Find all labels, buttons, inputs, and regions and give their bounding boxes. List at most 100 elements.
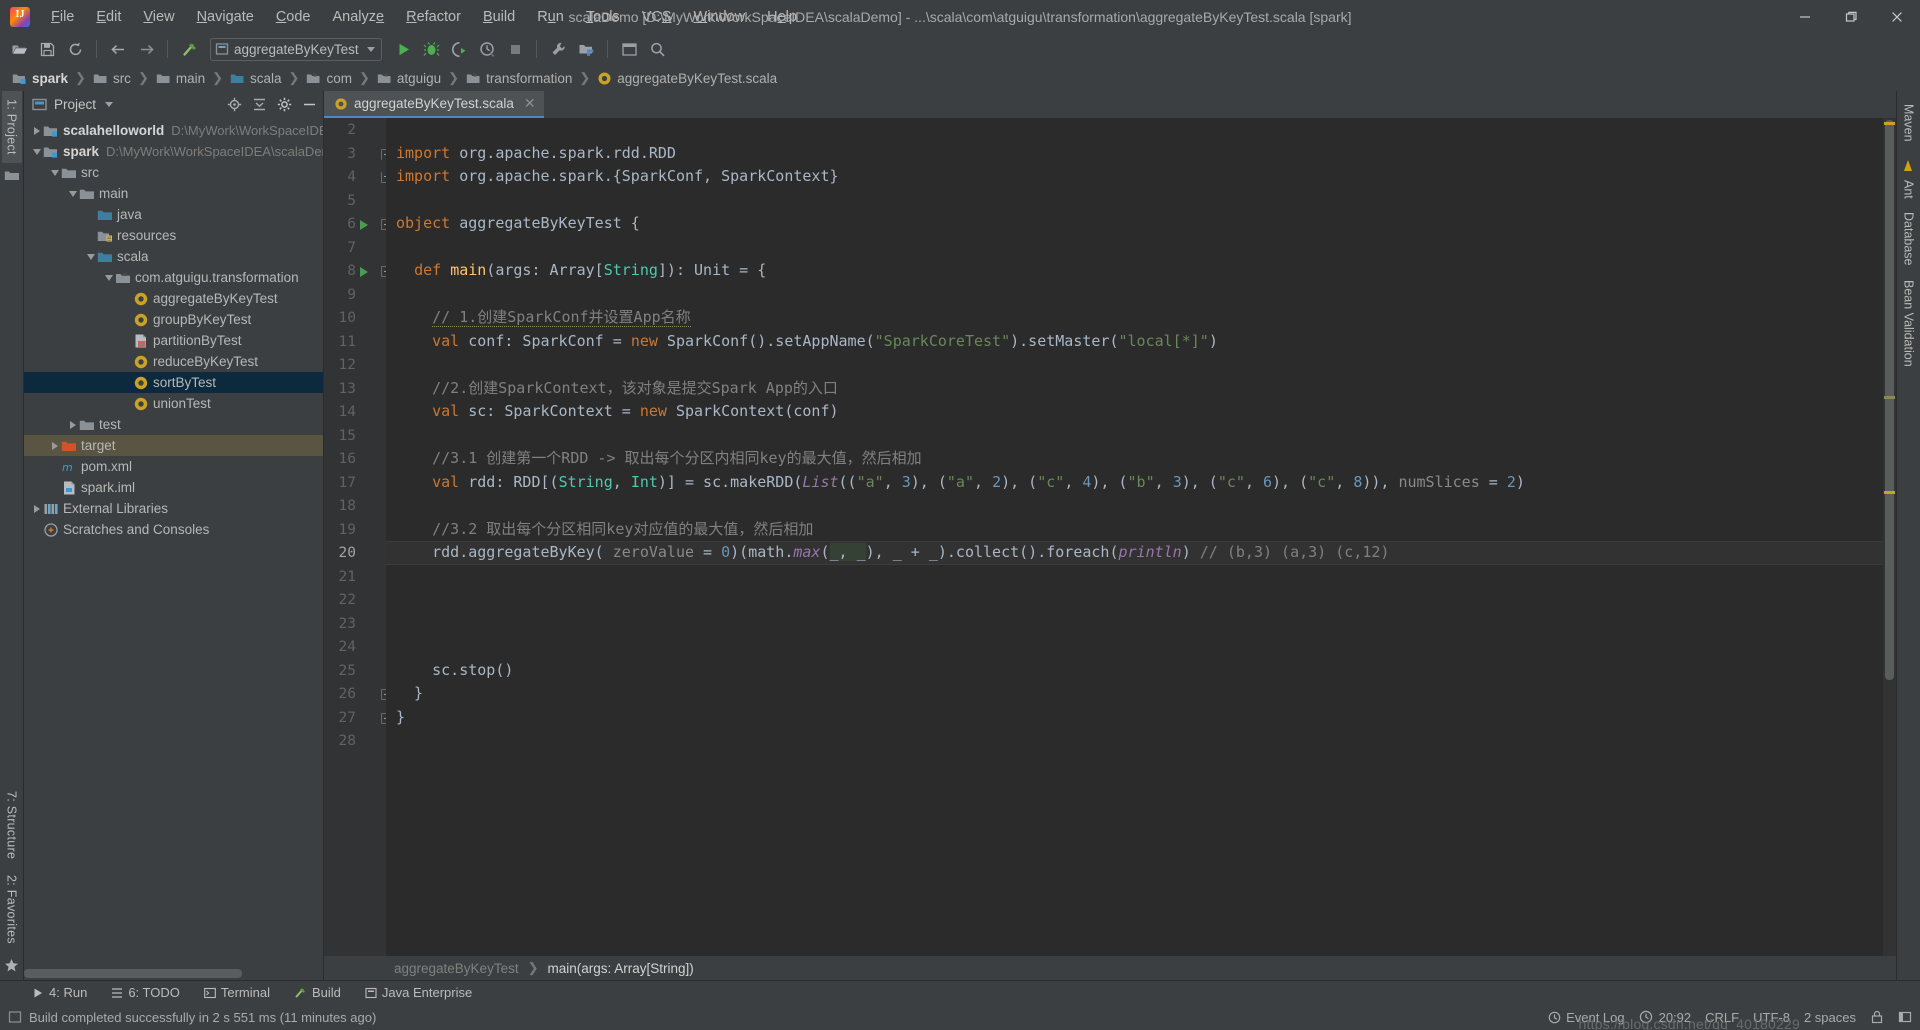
back-arrow-icon[interactable] [105, 36, 131, 62]
tree-node-uniontest[interactable]: unionTest [24, 393, 323, 414]
run-icon[interactable] [390, 36, 416, 62]
chevron-down-icon[interactable] [105, 102, 114, 107]
source-code[interactable]: import org.apache.spark.rdd.RDD import o… [396, 118, 1525, 753]
breadcrumb-item-transformation[interactable]: transformation [462, 70, 576, 87]
breadcrumb-item-src[interactable]: src [89, 70, 135, 87]
menu-vcs[interactable]: VCS [631, 5, 683, 29]
project-tree[interactable]: scalahelloworld D:\MyWork\WorkSpaceIDEA sp… [24, 118, 323, 980]
breadcrumb-item-com[interactable]: com [302, 70, 356, 87]
rail-tab-bean-validation[interactable]: Bean Validation [1899, 273, 1919, 374]
rail-tab-structure[interactable]: 7: Structure [2, 783, 22, 867]
chevron-down-icon[interactable] [84, 253, 97, 260]
menu-navigate[interactable]: Navigate [186, 5, 265, 29]
menu-view[interactable]: View [132, 5, 185, 29]
menu-build[interactable]: Build [472, 5, 526, 29]
tool-window-todo[interactable]: 6: TODO [107, 983, 184, 1002]
project-tree-hscrollbar[interactable] [24, 969, 242, 978]
rail-tab-maven[interactable]: Maven [1899, 97, 1919, 149]
breadcrumb-item-main[interactable]: main [152, 70, 209, 87]
chevron-down-icon[interactable] [367, 46, 375, 52]
settings-gear-icon[interactable] [277, 97, 292, 112]
maximize-button[interactable] [1828, 0, 1874, 33]
tree-node-src[interactable]: src [24, 162, 323, 183]
tree-node-spark-iml[interactable]: spark.iml [24, 477, 323, 498]
marker-warning[interactable] [1884, 122, 1895, 125]
close-icon[interactable]: ✕ [524, 95, 536, 112]
marker-warning[interactable] [1884, 491, 1895, 494]
tree-node-scalahelloworld[interactable]: scalahelloworld D:\MyWork\WorkSpaceIDEA [24, 120, 323, 141]
settings-wrench-icon[interactable] [545, 36, 571, 62]
breadcrumb-item-atguigu[interactable]: atguigu [373, 70, 445, 87]
menu-file[interactable]: File [40, 5, 85, 29]
chevron-right-icon[interactable] [30, 126, 43, 135]
rail-tab-ant[interactable]: Ant [1899, 173, 1919, 206]
tool-window-build[interactable]: Build [290, 983, 345, 1002]
search-icon[interactable] [644, 36, 670, 62]
rail-tab-project[interactable]: 1: Project [1, 91, 22, 163]
editor-tab-aggregateByKeyTest[interactable]: aggregateByKeyTest.scala ✕ [324, 91, 544, 118]
code-editor[interactable]: import org.apache.spark.rdd.RDD import o… [386, 118, 1883, 956]
tree-node-java[interactable]: java [24, 204, 323, 225]
run-gutter-icon-line-8[interactable] [360, 267, 368, 277]
chevron-right-icon[interactable] [48, 441, 61, 450]
hide-panel-icon[interactable] [302, 97, 317, 112]
forward-arrow-icon[interactable] [133, 36, 159, 62]
rail-tab-database[interactable]: Database [1899, 205, 1919, 273]
tree-node-scratches-and-consoles[interactable]: Scratches and Consoles [24, 519, 323, 540]
event-log-button[interactable]: Event Log [1548, 1010, 1625, 1025]
breadcrumb-method[interactable]: main(args: Array[String]) [548, 961, 694, 976]
tree-node-sortbytest[interactable]: sortByTest [24, 372, 323, 393]
chevron-down-icon[interactable] [48, 169, 61, 176]
menu-help[interactable]: Help [756, 5, 808, 29]
profile-icon[interactable] [474, 36, 500, 62]
menu-refactor[interactable]: Refactor [395, 5, 472, 29]
run-coverage-icon[interactable] [446, 36, 472, 62]
tree-node-groupbykeytest[interactable]: groupByKeyTest [24, 309, 323, 330]
editor-scrollbar[interactable] [1883, 118, 1896, 956]
tree-node-reducebykeytest[interactable]: reduceByKeyTest [24, 351, 323, 372]
breadcrumb-object[interactable]: aggregateByKeyTest [394, 961, 519, 976]
breadcrumb-item-scala[interactable]: scala [226, 70, 286, 87]
tree-node-partitionbytest[interactable]: partitionByTest [24, 330, 323, 351]
project-structure-icon[interactable] [573, 36, 599, 62]
tool-window-java-enterprise[interactable]: Java Enterprise [361, 983, 476, 1002]
menu-analyze[interactable]: Analyze [322, 5, 396, 29]
run-gutter-icon-line-6[interactable] [360, 220, 368, 230]
minimize-button[interactable] [1782, 0, 1828, 33]
marker-typo[interactable] [1884, 396, 1895, 399]
tree-node-spark[interactable]: spark D:\MyWork\WorkSpaceIDEA\scalaDem [24, 141, 323, 162]
chevron-right-icon[interactable] [30, 504, 43, 513]
tree-node-aggregatebykeytest[interactable]: aggregateByKeyTest [24, 288, 323, 309]
menu-window[interactable]: Window [683, 5, 757, 29]
menu-edit[interactable]: Edit [85, 5, 132, 29]
tree-node-scala[interactable]: scala [24, 246, 323, 267]
tree-node-com-atguigu-transformation[interactable]: com.atguigu.transformation [24, 267, 323, 288]
caret-position-indicator[interactable]: 20:92 [1639, 1010, 1691, 1025]
chevron-right-icon[interactable] [66, 420, 79, 429]
build-hammer-icon[interactable] [176, 36, 202, 62]
layout-icon[interactable] [616, 36, 642, 62]
tree-node-target[interactable]: target [24, 435, 323, 456]
open-folder-icon[interactable] [6, 36, 32, 62]
tool-window-run[interactable]: 4: Run [28, 983, 91, 1002]
lock-icon[interactable] [1870, 1010, 1884, 1024]
rail-tab-favorites[interactable]: 2: Favorites [2, 867, 22, 952]
breadcrumb-item-file[interactable]: aggregateByKeyTest.scala [593, 70, 781, 87]
tree-node-test[interactable]: test [24, 414, 323, 435]
close-button[interactable] [1874, 0, 1920, 33]
chevron-down-icon[interactable] [102, 274, 115, 281]
save-icon[interactable] [34, 36, 60, 62]
editor-gutter[interactable]: 2 3 4 5 6 7 8 9 10 11 12 13 14 15 16 17 18 19 20 21 22 23 24 25… [324, 118, 392, 956]
debug-icon[interactable] [418, 36, 444, 62]
sync-icon[interactable] [62, 36, 88, 62]
scrollbar-thumb[interactable] [1885, 120, 1894, 680]
collapse-all-icon[interactable] [252, 97, 267, 112]
line-separator-indicator[interactable]: CRLF [1705, 1010, 1739, 1025]
run-configuration-selector[interactable]: aggregateByKeyTest [210, 37, 382, 61]
locate-target-icon[interactable] [227, 97, 242, 112]
menu-code[interactable]: Code [265, 5, 322, 29]
tree-node-main[interactable]: main [24, 183, 323, 204]
tool-window-terminal[interactable]: Terminal [200, 983, 274, 1002]
chevron-down-icon[interactable] [66, 190, 79, 197]
menu-tools[interactable]: Tools [575, 5, 631, 29]
